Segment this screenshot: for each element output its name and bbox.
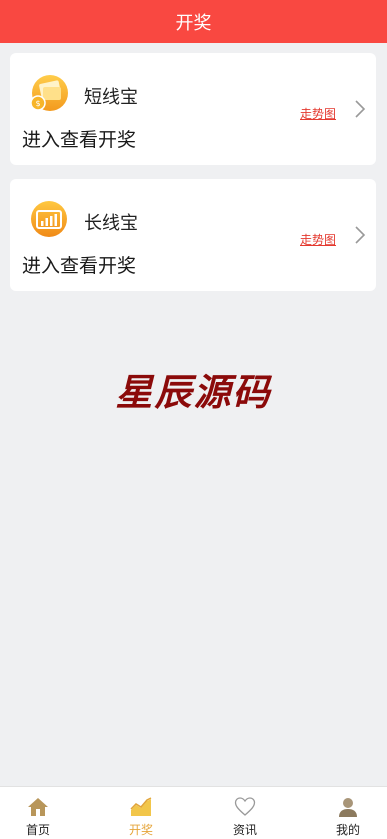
wallet-coin-icon: $ [30, 75, 68, 111]
enter-label[interactable]: 进入查看开奖 [22, 125, 136, 152]
tab-label: 我的 [335, 823, 360, 837]
chevron-right-icon[interactable] [354, 99, 366, 119]
tab-label: 开奖 [128, 823, 153, 837]
trend-link[interactable]: 走势图 [300, 231, 336, 248]
tab-news[interactable]: 资讯 [215, 787, 275, 839]
user-icon [339, 798, 357, 817]
svg-text:$: $ [35, 99, 40, 108]
home-icon [28, 798, 48, 816]
lottery-card-short[interactable]: $ 短线宝 进入查看开奖 走势图 [10, 53, 376, 165]
watermark-text: 星辰源码 [115, 371, 272, 414]
tab-home[interactable]: 首页 [8, 787, 68, 839]
bottom-tab-bar: 首页 开奖 资讯 我的 [0, 786, 387, 839]
lottery-card-long[interactable]: 长线宝 进入查看开奖 走势图 [10, 179, 376, 291]
top-bar: 开奖 [0, 0, 387, 43]
bar-chart-icon [31, 201, 67, 237]
heart-icon [234, 797, 256, 816]
enter-label[interactable]: 进入查看开奖 [22, 251, 136, 278]
page-title: 开奖 [175, 12, 212, 34]
tab-label: 首页 [25, 823, 50, 837]
tab-label: 资讯 [232, 823, 257, 837]
card-name: 长线宝 [84, 213, 138, 234]
card-name: 短线宝 [84, 87, 138, 108]
chevron-right-icon[interactable] [354, 225, 366, 245]
tab-mine[interactable]: 我的 [318, 787, 378, 839]
trend-link[interactable]: 走势图 [300, 105, 336, 122]
tab-lottery[interactable]: 开奖 [111, 787, 171, 839]
chart-icon [130, 797, 152, 816]
